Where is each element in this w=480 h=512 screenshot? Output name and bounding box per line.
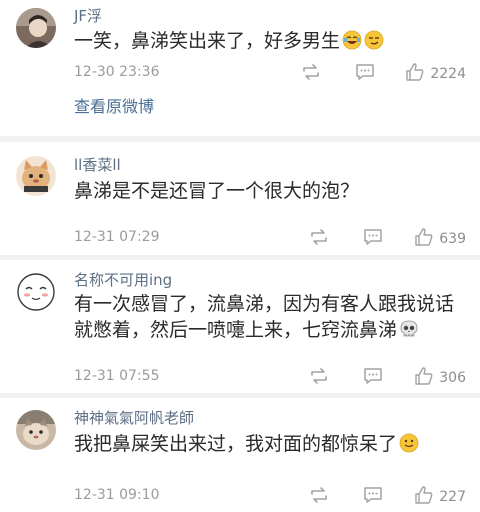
comment-meta: 12-31 07:55 306 xyxy=(74,366,466,386)
author-name[interactable]: ll香菜ll xyxy=(74,156,121,174)
thumbs-up-icon xyxy=(414,485,434,509)
comment-meta: 12-31 09:10 227 xyxy=(74,485,466,505)
view-original-link[interactable]: 查看原微博 xyxy=(74,97,154,117)
repost-icon[interactable] xyxy=(308,485,330,509)
author-name[interactable]: 名称不可用ing xyxy=(74,271,172,289)
like-button[interactable]: 227 xyxy=(414,485,466,509)
like-button[interactable]: 2224 xyxy=(405,62,466,86)
author-name[interactable]: JF浮 xyxy=(74,7,102,25)
smile-emoji-icon xyxy=(399,433,419,460)
avatar[interactable] xyxy=(16,272,56,312)
smirk-emoji-icon xyxy=(364,30,384,57)
reply-icon[interactable] xyxy=(363,366,383,390)
comment-item: ll香菜ll 鼻涕是不是还冒了一个很大的泡？ 12-31 07:29 639 xyxy=(0,142,480,255)
comment-text: 一笑，鼻涕笑出来了，好多男生 xyxy=(74,28,470,57)
comment-meta: 12-31 07:29 639 xyxy=(74,227,466,247)
reply-icon[interactable] xyxy=(355,62,375,86)
comment-text: 我把鼻屎笑出来过，我对面的都惊呆了 xyxy=(74,431,470,460)
comment-item: 名称不可用ing 有一次感冒了，流鼻涕，因为有客人跟我说话就憋着，然后一喷嚏上来… xyxy=(0,260,480,393)
repost-icon[interactable] xyxy=(300,62,322,86)
reply-icon[interactable] xyxy=(363,485,383,509)
thumbs-up-icon xyxy=(405,62,425,86)
like-count: 639 xyxy=(439,231,466,247)
avatar[interactable] xyxy=(16,410,56,450)
thumbs-up-icon xyxy=(414,227,434,251)
like-button[interactable]: 639 xyxy=(414,227,466,251)
timestamp: 12-31 07:55 xyxy=(74,368,160,384)
timestamp: 12-30 23:36 xyxy=(74,64,160,80)
comment-text: 鼻涕是不是还冒了一个很大的泡？ xyxy=(74,180,360,202)
repost-icon[interactable] xyxy=(308,366,330,390)
like-count: 306 xyxy=(439,370,466,386)
timestamp: 12-31 09:10 xyxy=(74,487,160,503)
thumbs-up-icon xyxy=(414,366,434,390)
like-button[interactable]: 306 xyxy=(414,366,466,390)
avatar[interactable] xyxy=(16,8,56,48)
laughing-tears-emoji-icon xyxy=(342,30,362,57)
comment-meta: 12-30 23:36 2224 xyxy=(74,62,466,82)
repost-icon[interactable] xyxy=(308,227,330,251)
comment-item: 神神氣氣阿帆老師 我把鼻屎笑出来过，我对面的都惊呆了 12-31 09:10 2… xyxy=(0,398,480,512)
timestamp: 12-31 07:29 xyxy=(74,229,160,245)
author-name[interactable]: 神神氣氣阿帆老師 xyxy=(74,409,194,427)
skull-emoji-icon xyxy=(399,319,419,346)
like-count: 227 xyxy=(439,489,466,505)
avatar[interactable] xyxy=(16,156,56,196)
reply-icon[interactable] xyxy=(363,227,383,251)
comment-text: 有一次感冒了，流鼻涕，因为有客人跟我说话就憋着，然后一喷嚏上来，七窍流鼻涕 xyxy=(74,291,470,346)
like-count: 2224 xyxy=(430,66,466,82)
comment-item: JF浮 一笑，鼻涕笑出来了，好多男生 12-30 23:36 2224 查看原微… xyxy=(0,0,480,136)
